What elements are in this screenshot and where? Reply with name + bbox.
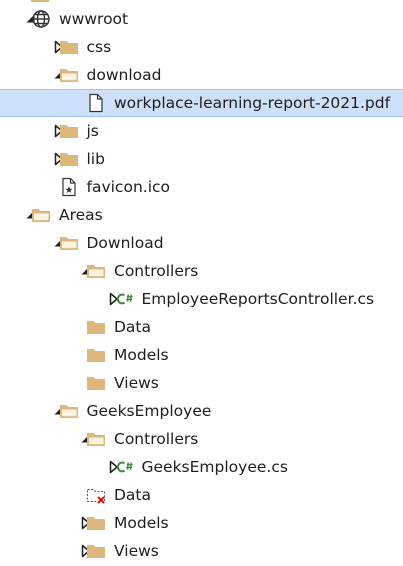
tree-item-label: Download xyxy=(86,234,164,252)
tree-item-label: Views xyxy=(114,374,159,392)
tree-item[interactable]: GeeksEmployee xyxy=(0,397,403,425)
folder-open-icon xyxy=(58,64,80,86)
favicon-file-icon xyxy=(58,176,80,198)
folder-open-icon xyxy=(85,428,107,450)
tree-item[interactable]: Data xyxy=(0,481,403,509)
tree-item[interactable]: favicon.ico xyxy=(0,173,403,201)
tree-item[interactable]: Data xyxy=(0,313,403,341)
tree-item-label: wwwroot xyxy=(59,10,129,28)
folder-icon xyxy=(58,148,80,170)
tree-item[interactable]: lib xyxy=(0,145,403,173)
tree-item-label: GeeksEmployee.cs xyxy=(141,458,288,476)
tree-item[interactable]: Download xyxy=(0,229,403,257)
tree-item-label: workplace-learning-report-2021.pdf xyxy=(114,94,391,112)
tree-item[interactable]: download xyxy=(0,61,403,89)
excluded-folder-icon xyxy=(85,484,107,506)
tree-item[interactable]: Areas xyxy=(0,201,403,229)
folder-icon xyxy=(85,372,107,394)
tree-item[interactable]: Views xyxy=(0,369,403,397)
tree-item[interactable]: GeeksEmployee.cs xyxy=(0,453,403,481)
tree-item-label: GeeksEmployee xyxy=(86,402,212,420)
tree-item-label: Controllers xyxy=(114,430,199,448)
tree-item-label: Models xyxy=(114,346,169,364)
folder-icon xyxy=(58,36,80,58)
globe-icon xyxy=(30,8,52,30)
solution-explorer-tree: wwwroot css download workplace-learning-rep… xyxy=(0,0,403,562)
tree-item-label: Data xyxy=(114,486,152,504)
tree-item-label: EmployeeReportsController.cs xyxy=(141,290,375,308)
csharp-file-icon xyxy=(113,456,135,478)
tree-item[interactable]: js xyxy=(0,117,403,145)
file-icon xyxy=(85,92,107,114)
folder-stub-icon xyxy=(31,0,49,2)
tree-item[interactable]: Models xyxy=(0,509,403,537)
tree-item-label: Data xyxy=(114,318,152,336)
tree-item-label: Views xyxy=(114,542,159,560)
tree-item-label: lib xyxy=(86,150,105,168)
folder-icon xyxy=(58,120,80,142)
folder-icon xyxy=(85,344,107,366)
tree-item[interactable]: Views xyxy=(0,537,403,565)
folder-icon xyxy=(85,540,107,562)
tree-item-label: js xyxy=(86,122,99,140)
folder-icon xyxy=(85,316,107,338)
tree-item[interactable]: workplace-learning-report-2021.pdf xyxy=(0,89,403,117)
csharp-file-icon xyxy=(113,288,135,310)
tree-item-label: Areas xyxy=(59,206,103,224)
tree-item[interactable]: EmployeeReportsController.cs xyxy=(0,285,403,313)
tree-item[interactable]: wwwroot xyxy=(0,5,403,33)
tree-item[interactable]: Controllers xyxy=(0,425,403,453)
folder-open-icon xyxy=(85,260,107,282)
folder-icon xyxy=(85,512,107,534)
tree-item-label: Models xyxy=(114,514,169,532)
folder-open-icon xyxy=(30,204,52,226)
tree-item-label: css xyxy=(86,38,112,56)
folder-open-icon xyxy=(58,400,80,422)
tree-item-label: Controllers xyxy=(114,262,199,280)
tree-item[interactable]: css xyxy=(0,33,403,61)
tree-item-label: download xyxy=(86,66,162,84)
tree-item[interactable]: Controllers xyxy=(0,257,403,285)
folder-open-icon xyxy=(58,232,80,254)
tree-item-label: favicon.ico xyxy=(86,178,171,196)
tree-item[interactable]: Models xyxy=(0,341,403,369)
